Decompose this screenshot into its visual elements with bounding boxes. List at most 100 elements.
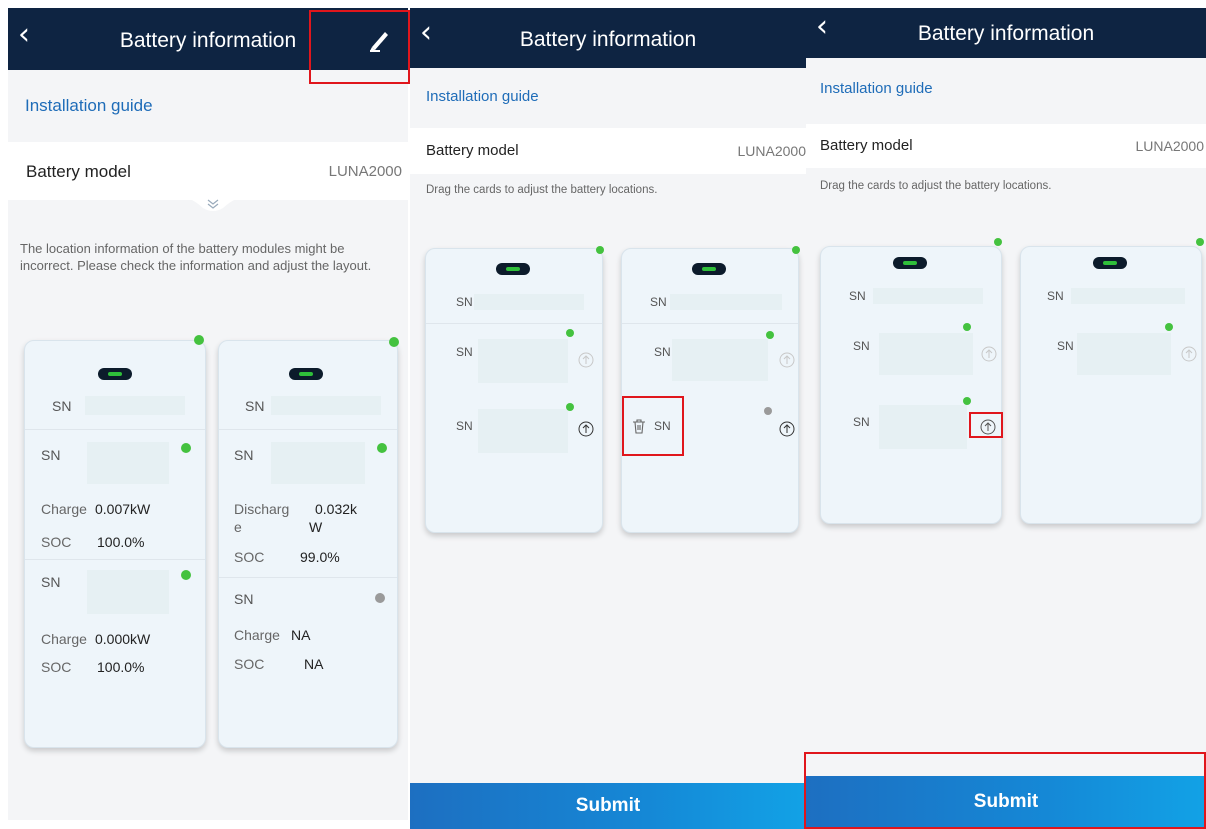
battery-sn-label: SN <box>245 398 265 414</box>
discharge-value: 0.032k <box>315 501 358 517</box>
header-bar: ‹ Battery information <box>410 8 806 68</box>
battery-edit-screen-view: ‹ Battery information Installation guide… <box>410 8 806 829</box>
module-sn-redacted <box>1077 333 1171 375</box>
module-sn-redacted <box>271 442 365 484</box>
module-sn-label: SN <box>456 345 473 359</box>
installation-guide-row[interactable]: Installation guide <box>806 58 1206 124</box>
divider <box>219 577 397 578</box>
drag-hint: Drag the cards to adjust the battery loc… <box>820 180 1052 192</box>
status-online-dot <box>766 331 774 339</box>
status-online-dot <box>792 246 800 254</box>
status-online-dot <box>963 323 971 331</box>
module-sn-redacted <box>87 442 169 484</box>
installation-guide-link[interactable]: Installation guide <box>25 96 153 116</box>
discharge-value-wrap: W <box>309 519 323 535</box>
soc-label: SOC <box>41 534 72 550</box>
module-sn-redacted <box>87 570 169 614</box>
status-online-dot <box>596 246 604 254</box>
battery-indicator-icon <box>98 368 132 380</box>
sn-redacted <box>85 396 185 415</box>
discharge-label: Discharg <box>234 501 290 517</box>
installation-guide-link[interactable]: Installation guide <box>820 80 933 97</box>
soc-value: 99.0% <box>300 549 340 565</box>
move-up-icon[interactable] <box>578 352 594 368</box>
move-up-icon[interactable] <box>779 421 795 437</box>
status-offline-dot <box>764 407 772 415</box>
divider <box>622 323 798 324</box>
divider <box>25 559 205 560</box>
battery-indicator-icon <box>893 257 927 269</box>
module-sn-label: SN <box>41 447 61 463</box>
divider <box>426 323 602 324</box>
move-up-icon[interactable] <box>1181 346 1197 362</box>
charge-value: 0.000kW <box>95 631 151 647</box>
module-sn-label: SN <box>41 574 61 590</box>
charge-value: NA <box>291 627 311 643</box>
charge-label: Charge <box>41 501 87 517</box>
page-title: Battery information <box>917 22 1095 45</box>
module-sn-label: SN <box>234 591 254 607</box>
battery-sn-label: SN <box>1047 289 1064 303</box>
edit-highlight-box <box>309 10 410 84</box>
move-up-icon[interactable] <box>779 352 795 368</box>
battery-model-row: Battery model LUNA2000 <box>410 128 806 174</box>
battery-card-2[interactable]: SN SN SN <box>621 248 799 533</box>
expand-chevron-icon[interactable] <box>168 194 258 214</box>
battery-indicator-icon <box>496 263 530 275</box>
battery-indicator-icon <box>1093 257 1127 269</box>
battery-sn-label: SN <box>456 295 473 309</box>
module-sn-redacted <box>478 339 568 383</box>
battery-card-1[interactable]: SN SN SN <box>820 246 1002 524</box>
installation-guide-row[interactable]: Installation guide <box>410 68 806 128</box>
charge-label: Charge <box>234 627 280 643</box>
battery-model-value: LUNA2000 <box>1135 138 1205 154</box>
delete-highlight-box <box>622 396 684 456</box>
battery-model-label: Battery model <box>26 162 131 181</box>
module-sn-label: SN <box>1057 339 1074 353</box>
submit-button[interactable]: Submit <box>410 783 806 829</box>
soc-value: NA <box>304 656 324 672</box>
battery-card-1[interactable]: SN SN SN <box>425 248 603 533</box>
soc-label: SOC <box>234 656 265 672</box>
battery-sn-label: SN <box>52 398 72 414</box>
status-online-dot <box>389 337 399 347</box>
module-sn-label: SN <box>853 339 870 353</box>
battery-indicator-icon <box>289 368 323 380</box>
battery-sn-label: SN <box>650 295 667 309</box>
module-sn-label: SN <box>234 447 254 463</box>
battery-card-2[interactable]: SN SN <box>1020 246 1202 524</box>
charge-label: Charge <box>41 631 87 647</box>
status-online-dot <box>1196 238 1204 246</box>
layout-warning-note: The location information of the battery … <box>20 241 372 273</box>
drag-hint: Drag the cards to adjust the battery loc… <box>426 184 658 196</box>
page-title: Battery information <box>519 28 697 51</box>
installation-guide-link[interactable]: Installation guide <box>426 88 539 105</box>
sn-redacted <box>474 294 584 310</box>
sn-redacted <box>873 288 983 304</box>
status-online-dot <box>963 397 971 405</box>
move-up-icon[interactable] <box>981 346 997 362</box>
charge-value: 0.007kW <box>95 501 151 517</box>
battery-model-value: LUNA2000 <box>737 143 807 159</box>
battery-edit-screen-reordered: ‹ Battery information Installation guide… <box>806 8 1206 829</box>
module-sn-redacted <box>672 339 768 381</box>
battery-model-row: Battery model LUNA2000 <box>8 142 408 200</box>
battery-card-1[interactable]: SN SN Charge 0.007kW SOC 100.0% SN Charg… <box>24 340 206 748</box>
module-sn-redacted <box>478 409 568 453</box>
submit-highlight-box <box>804 752 1206 829</box>
status-online-dot <box>1165 323 1173 331</box>
module-sn-label: SN <box>654 345 671 359</box>
sn-redacted <box>1071 288 1185 304</box>
battery-model-value: LUNA2000 <box>328 163 402 180</box>
battery-card-2[interactable]: SN SN Discharg e 0.032k W SOC 99.0% SN C… <box>218 340 398 748</box>
divider <box>25 429 205 430</box>
move-up-icon[interactable] <box>578 421 594 437</box>
battery-indicator-icon <box>692 263 726 275</box>
move-up-highlight-box <box>969 412 1003 438</box>
status-online-dot <box>194 335 204 345</box>
module-sn-label: SN <box>456 419 473 433</box>
discharge-label-wrap: e <box>234 519 242 535</box>
status-online-dot <box>377 443 387 453</box>
module-sn-label: SN <box>853 415 870 429</box>
soc-value: 100.0% <box>97 659 145 675</box>
